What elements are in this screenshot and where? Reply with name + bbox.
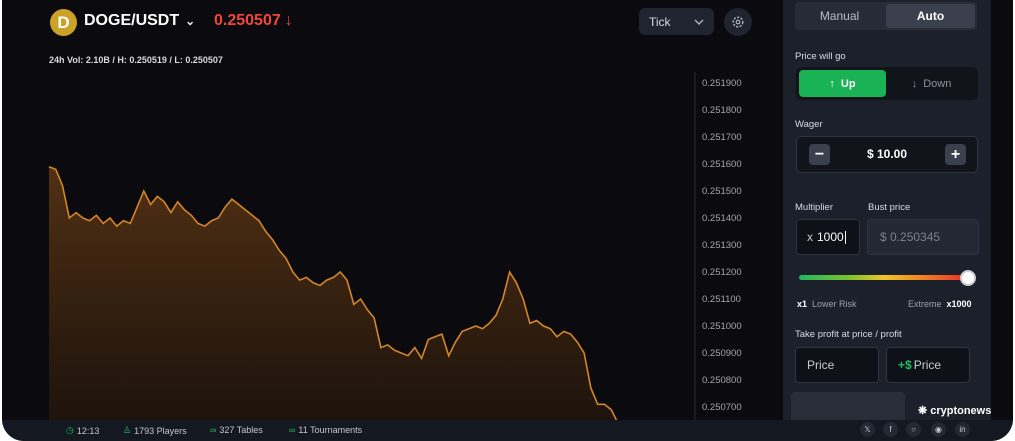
y-tick-label: 0.251700 xyxy=(702,132,742,143)
panel-edge xyxy=(991,0,1013,420)
tournaments-count[interactable]: ∞ 11 Tournaments xyxy=(289,425,362,435)
link-icon: ∞ xyxy=(289,425,296,435)
pair-selector[interactable]: DOGE/USDT ⌄ xyxy=(84,12,195,30)
down-label: Down xyxy=(923,77,952,90)
doge-coin-icon: D xyxy=(50,9,77,36)
y-tick-label: 0.251600 xyxy=(702,159,742,170)
facebook-icon[interactable]: f xyxy=(883,422,898,437)
chart-type-value: Tick xyxy=(649,14,671,29)
cryptonews-logo-icon: ❋ xyxy=(918,405,928,417)
panel-action-area xyxy=(791,392,905,420)
linkedin-icon[interactable]: in xyxy=(955,422,970,437)
wager-value: $ 10.00 xyxy=(866,147,908,161)
status-footer: ◷ 12:13 ♙ 1793 Players ∞ 327 Tables ∞ 11… xyxy=(2,420,1013,441)
bet-panel: Manual Auto Price will go ↑ Up ↓ Down Wa… xyxy=(783,0,991,420)
market-stats: 24h Vol: 2.10B / H: 0.250519 / L: 0.2505… xyxy=(49,55,223,65)
y-tick-label: 0.251100 xyxy=(702,294,741,305)
discord-icon[interactable]: ◉ xyxy=(931,422,946,437)
risk-slider-track[interactable] xyxy=(799,275,969,280)
link-icon: ∞ xyxy=(210,425,217,435)
take-profit-label: Take profit at price / profit xyxy=(795,329,902,340)
text-cursor xyxy=(844,230,846,244)
take-profit-price-input[interactable]: Price xyxy=(795,347,879,383)
mode-switch: Manual Auto xyxy=(795,2,977,30)
players-icon: ♙ xyxy=(123,425,132,435)
y-tick-label: 0.251800 xyxy=(702,105,742,116)
risk-max: Extreme x1000 xyxy=(908,299,972,309)
tab-auto[interactable]: Auto xyxy=(886,4,975,28)
tab-manual[interactable]: Manual xyxy=(795,2,884,30)
take-profit-profit-input[interactable]: +$ Price xyxy=(886,347,970,383)
y-tick-label: 0.251900 xyxy=(702,78,742,89)
direction-label: Price will go xyxy=(795,51,846,62)
multiplier-prefix: x xyxy=(807,230,813,244)
cryptonews-watermark: ❋ cryptonews xyxy=(918,404,992,418)
y-tick-label: 0.250900 xyxy=(702,348,742,359)
wager-decrease-button[interactable]: − xyxy=(809,144,830,165)
players-count[interactable]: ♙ 1793 Players xyxy=(123,425,187,436)
direction-toggle: ↑ Up ↓ Down xyxy=(796,67,978,100)
wager-label: Wager xyxy=(795,119,823,130)
down-button[interactable]: ↓ Down xyxy=(888,70,975,97)
arrow-down-icon: ↓ xyxy=(284,12,293,29)
clock-icon: ◷ xyxy=(66,425,74,435)
multiplier-input[interactable]: x 1000 xyxy=(796,219,860,255)
chevron-down-icon xyxy=(694,19,704,25)
bust-price-label: Bust price xyxy=(868,202,911,213)
settings-button[interactable] xyxy=(724,8,752,36)
y-tick-label: 0.250800 xyxy=(702,375,742,386)
instagram-icon[interactable]: ○ xyxy=(906,422,921,437)
chevron-down-icon: ⌄ xyxy=(185,14,196,28)
risk-min: x1 Lower Risk xyxy=(797,299,857,309)
app-window: 0.251900 0.251800 0.251700 0.251600 0.251500… xyxy=(2,0,1013,441)
x-icon[interactable]: 𝕏 xyxy=(860,422,875,437)
wager-input[interactable]: − $ 10.00 + xyxy=(796,136,978,173)
y-tick-label: 0.251200 xyxy=(702,267,742,278)
multiplier-label: Multiplier xyxy=(795,202,834,213)
y-tick-label: 0.251000 xyxy=(702,321,742,332)
wager-increase-button[interactable]: + xyxy=(945,144,966,165)
current-price: 0.250507 ↓ xyxy=(214,12,293,30)
tables-count[interactable]: ∞ 327 Tables xyxy=(210,425,263,435)
y-tick-label: 0.251300 xyxy=(702,240,742,251)
multiplier-value: 1000 xyxy=(817,230,844,244)
pair-label: DOGE/USDT xyxy=(84,12,180,29)
price-value: 0.250507 xyxy=(214,12,281,29)
arrow-down-icon: ↓ xyxy=(911,77,918,90)
price-area xyxy=(49,166,618,420)
risk-slider-thumb[interactable] xyxy=(960,270,976,286)
y-tick-label: 0.250700 xyxy=(702,402,742,413)
bust-price-field: $ 0.250345 xyxy=(867,219,979,255)
y-tick-label: 0.251400 xyxy=(702,213,742,224)
server-time: ◷ 12:13 xyxy=(66,425,100,436)
up-label: Up xyxy=(840,77,856,90)
chart-type-select[interactable]: Tick xyxy=(639,8,714,35)
arrow-up-icon: ↑ xyxy=(829,77,835,90)
y-tick-label: 0.251500 xyxy=(702,186,742,197)
up-button[interactable]: ↑ Up xyxy=(799,70,886,97)
gear-icon xyxy=(732,16,744,28)
